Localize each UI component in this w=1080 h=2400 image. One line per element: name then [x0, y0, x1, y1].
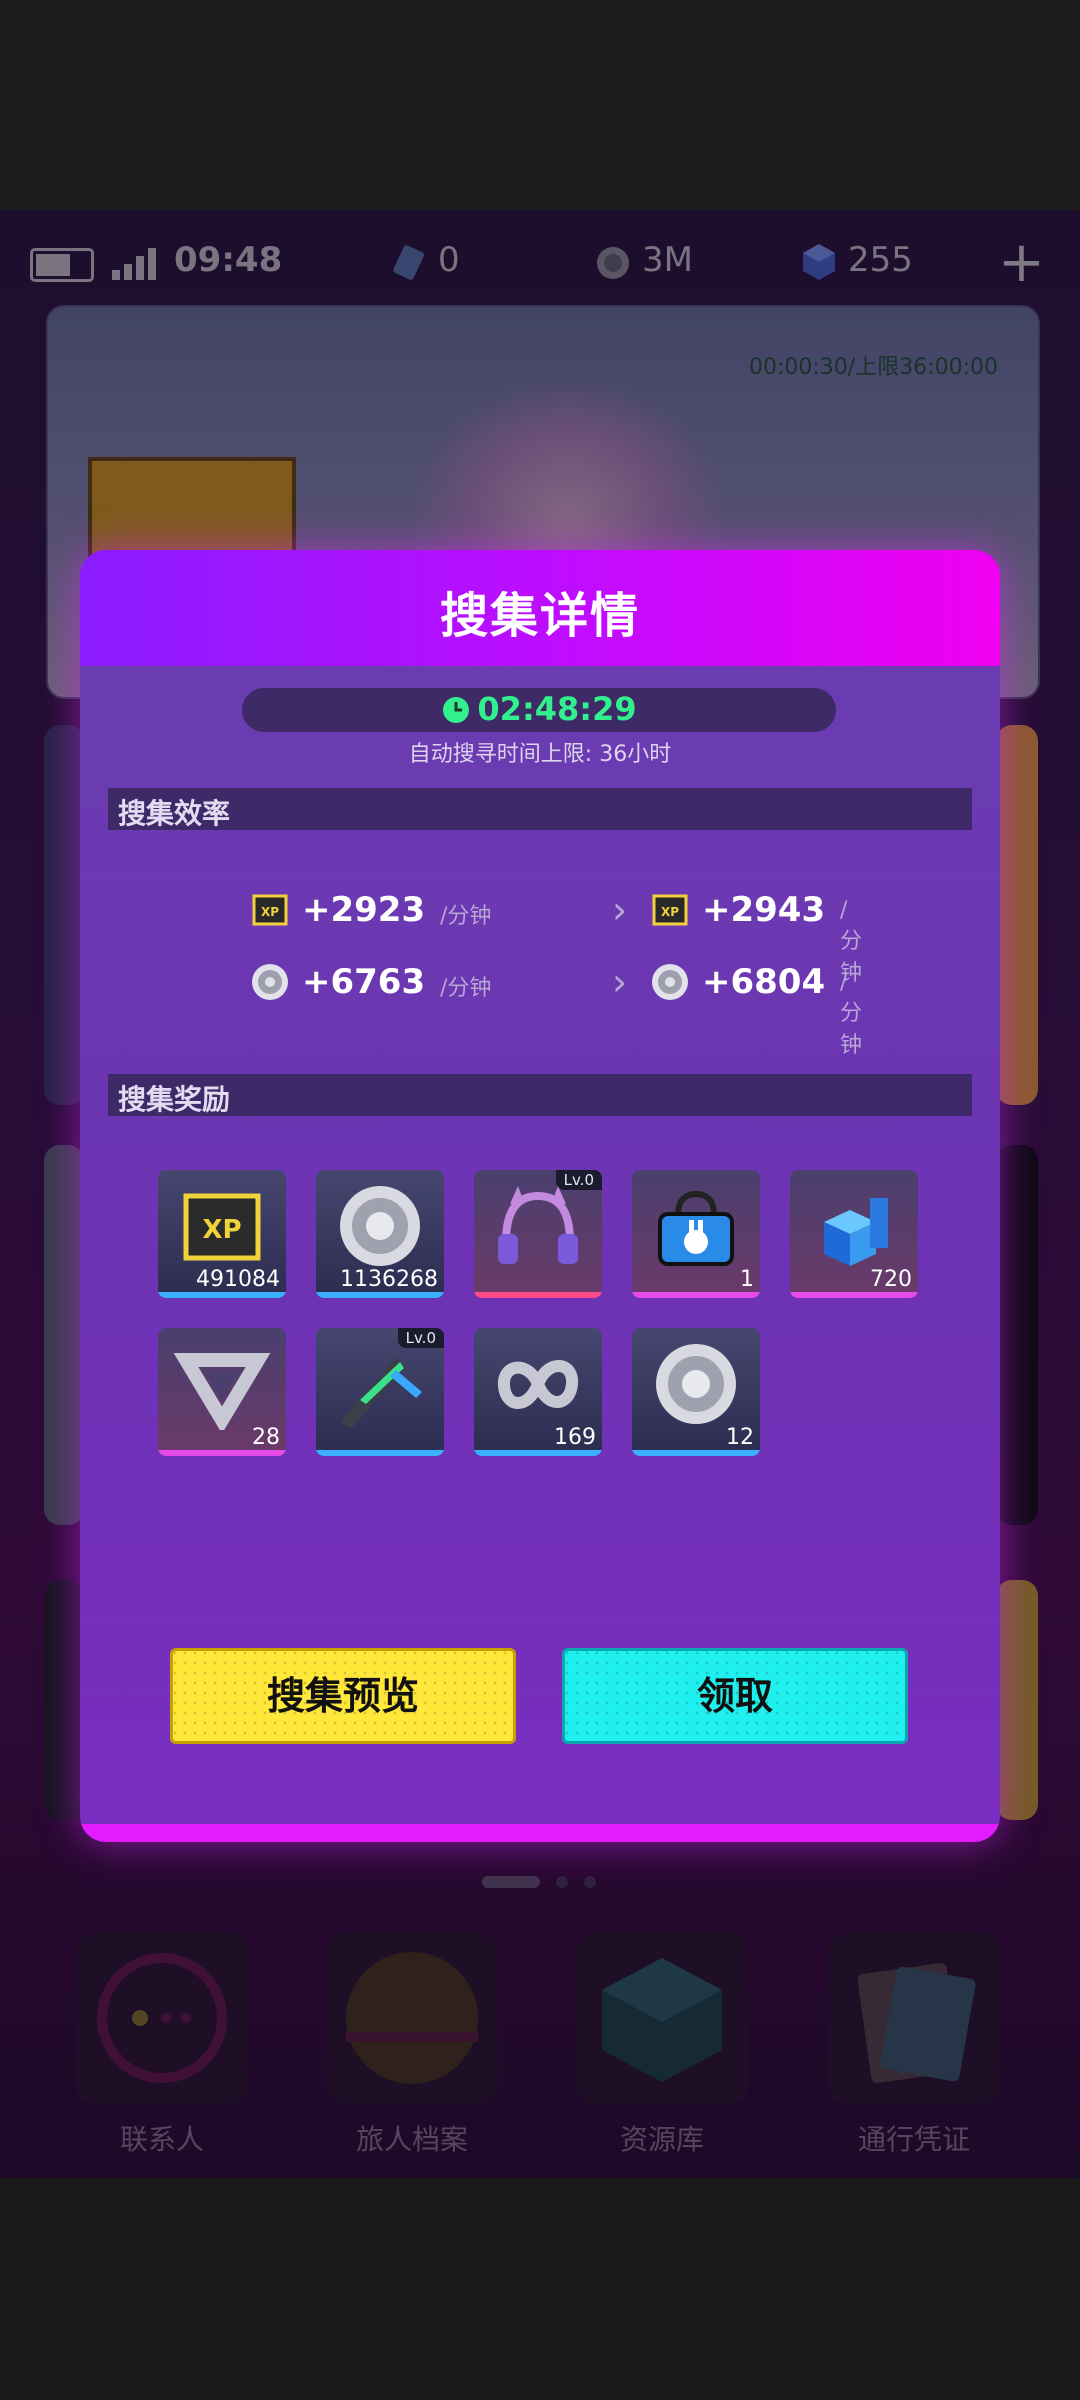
- chevron-right-icon: ›: [612, 888, 628, 932]
- collection-details-modal: 搜集详情 02:48:29 自动搜寻时间上限: 36小时 搜集效率 XP +29…: [80, 550, 1000, 1842]
- svg-text:XP: XP: [661, 905, 679, 919]
- collection-preview-button[interactable]: 搜集预览: [170, 1648, 516, 1744]
- blue-cube-icon: [824, 1198, 888, 1266]
- reward-count: 491084: [196, 1267, 280, 1292]
- impossible-triangle-icon: [173, 1353, 271, 1430]
- reward-slot-xp[interactable]: XP 491084: [158, 1170, 286, 1298]
- dagger-icon: [340, 1358, 422, 1428]
- bottom-bar: [0, 2178, 1080, 2400]
- modal-header: 搜集详情: [80, 550, 1000, 666]
- svg-text:XP: XP: [261, 905, 279, 919]
- efficiency-title: 搜集效率: [118, 797, 231, 830]
- modal-bottom-glow: [80, 1824, 1000, 1842]
- chevron-right-icon: ›: [612, 960, 628, 1004]
- reward-slot-headphones[interactable]: Lv.0: [474, 1170, 602, 1298]
- coin-rate-row: +6763 /分钟 › +6804 /分钟: [250, 958, 862, 1058]
- rewards-section-header: 搜集奖励: [108, 1074, 972, 1116]
- reward-count: 169: [554, 1425, 596, 1450]
- claim-button[interactable]: 领取: [562, 1648, 908, 1744]
- modal-title: 搜集详情: [439, 588, 640, 644]
- xp-chip-icon: XP: [652, 894, 688, 926]
- bunny-bag-icon: [658, 1190, 734, 1266]
- reward-slot-bag[interactable]: 1: [632, 1170, 760, 1298]
- reward-slot-coin[interactable]: 1136268: [316, 1170, 444, 1298]
- reward-slot-dagger[interactable]: Lv.0: [316, 1328, 444, 1456]
- svg-text:XP: XP: [202, 1215, 241, 1245]
- rewards-title: 搜集奖励: [118, 1083, 231, 1116]
- xp-rate-current: +2923: [302, 890, 426, 930]
- reward-count: 12: [726, 1425, 754, 1450]
- collection-timer: 02:48:29: [242, 690, 836, 728]
- timer-pill: 02:48:29: [242, 688, 836, 732]
- reward-slot-triangle[interactable]: 28: [158, 1328, 286, 1456]
- xp-rate-unit: /分钟: [440, 904, 492, 929]
- coin-rate-current: +6763: [302, 962, 426, 1002]
- reward-count: 28: [252, 1425, 280, 1450]
- reward-slot-infinity[interactable]: 169: [474, 1328, 602, 1456]
- infinity-icon: [498, 1360, 578, 1409]
- coin-rate-unit-next: /分钟: [840, 970, 863, 1058]
- cat-headphones-icon: [498, 1186, 578, 1264]
- xp-chip-icon: XP: [252, 894, 288, 926]
- reward-slot-coin-small[interactable]: 12: [632, 1328, 760, 1456]
- clock-icon: [443, 697, 470, 723]
- reward-count: 1136268: [340, 1267, 438, 1292]
- xp-rate-next: +2943: [702, 890, 826, 930]
- silver-coin-icon: [252, 964, 288, 1000]
- xp-chip-icon: XP: [183, 1193, 261, 1261]
- reward-count: 720: [870, 1267, 912, 1292]
- timer-limit-text: 自动搜寻时间上限: 36小时: [408, 742, 672, 767]
- xp-rate-row: XP +2923 /分钟 › XP +2943 /分钟: [250, 886, 862, 986]
- reward-slot-cube[interactable]: 720: [790, 1170, 918, 1298]
- timer-value: 02:48:29: [477, 690, 637, 728]
- silver-coin-icon: [652, 964, 688, 1000]
- coin-rate-next: +6804: [702, 962, 826, 1002]
- coin-rate-unit: /分钟: [440, 976, 492, 1001]
- silver-coin-icon: [340, 1186, 420, 1266]
- efficiency-section-header: 搜集效率: [108, 788, 972, 830]
- silver-coin-icon: [656, 1344, 736, 1424]
- reward-count: 1: [740, 1267, 754, 1292]
